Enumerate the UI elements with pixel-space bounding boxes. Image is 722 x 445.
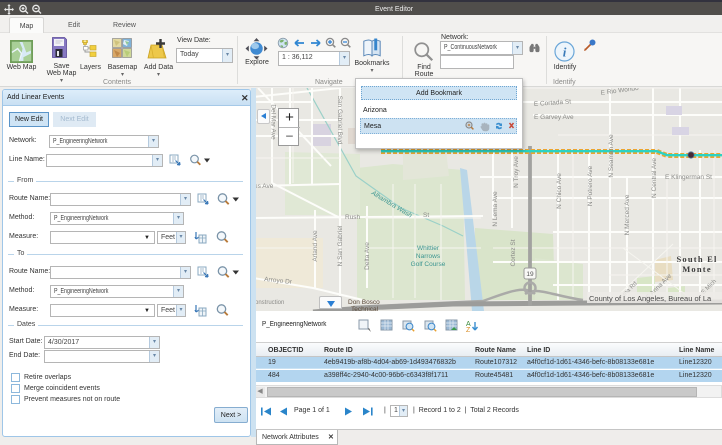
svg-text:Delta Ave: Delta Ave — [364, 242, 371, 270]
svg-text:Narrows: Narrows — [416, 253, 441, 260]
svg-text:onstruction: onstruction — [255, 300, 284, 306]
svg-text:19: 19 — [526, 271, 534, 278]
svg-text:Rush: Rush — [345, 214, 361, 221]
svg-text:Monte: Monte — [682, 264, 712, 274]
svg-text:N Seaman Ave: N Seaman Ave — [608, 134, 615, 178]
svg-text:N Lema Ave: N Lema Ave — [492, 191, 499, 227]
svg-text:N San Gabriel: N San Gabriel — [337, 225, 344, 266]
svg-text:Arland Ave: Arland Ave — [312, 230, 319, 262]
svg-text:Don Bosco: Don Bosco — [348, 299, 380, 306]
svg-text:i: i — [563, 45, 567, 60]
svg-text:N Potrero Ave: N Potrero Ave — [587, 165, 594, 206]
svg-text:N Merced Ave: N Merced Ave — [624, 194, 631, 235]
svg-text:E Garvey Ave: E Garvey Ave — [534, 114, 574, 121]
svg-text:San Gabriel Blvd: San Gabriel Blvd — [336, 96, 343, 145]
svg-text:Del Mar Ave: Del Mar Ave — [270, 104, 277, 140]
svg-text:Cortez St: Cortez St — [510, 239, 517, 266]
svg-text:Whittier: Whittier — [417, 245, 440, 252]
svg-text:N Central Ave: N Central Ave — [651, 158, 658, 198]
svg-text:Z: Z — [466, 327, 471, 333]
svg-text:South El: South El — [676, 254, 717, 264]
svg-text:County of Los Angeles, Bureau: County of Los Angeles, Bureau of La — [589, 294, 712, 303]
svg-text:es Ave: es Ave — [254, 183, 274, 190]
svg-text:N Troy Ave: N Troy Ave — [513, 156, 520, 188]
svg-text:E Klingerman St: E Klingerman St — [665, 174, 712, 181]
svg-text:Golf Course: Golf Course — [411, 261, 446, 268]
svg-text:St: St — [423, 212, 429, 219]
svg-text:N Chico Ave: N Chico Ave — [556, 173, 563, 209]
